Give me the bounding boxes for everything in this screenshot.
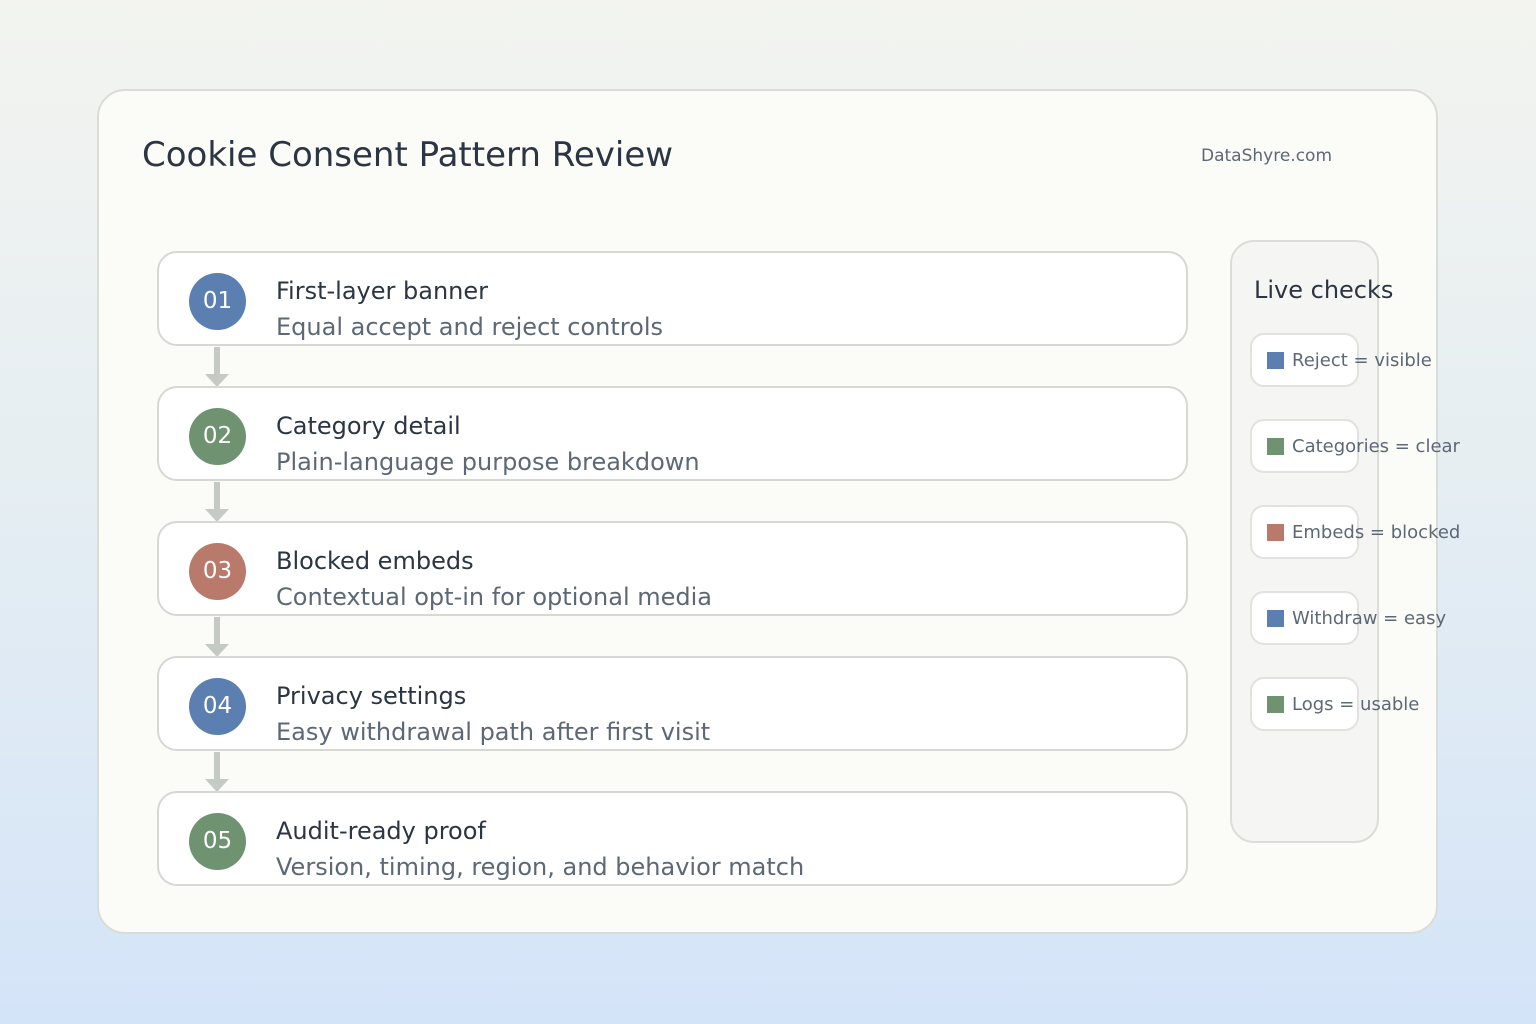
flow-arrow-icon <box>205 617 229 657</box>
step-number-badge: 03 <box>189 543 246 600</box>
step-title: Audit-ready proof <box>276 817 486 845</box>
step-subtitle: Easy withdrawal path after first visit <box>276 718 711 746</box>
brand-label: DataShyre.com <box>1201 146 1333 166</box>
step-subtitle: Version, timing, region, and behavior ma… <box>276 853 805 881</box>
flow-arrow-icon <box>205 752 229 792</box>
live-check-item: Logs = usable <box>1250 677 1419 731</box>
step-title: Category detail <box>276 412 461 440</box>
live-check-item: Categories = clear <box>1250 419 1460 473</box>
live-checks-title: Live checks <box>1254 276 1394 304</box>
step-subtitle: Plain-language purpose breakdown <box>276 448 700 476</box>
step-title: Privacy settings <box>276 682 467 710</box>
step-title: Blocked embeds <box>276 547 474 575</box>
step-card-4: 04 Privacy settings Easy withdrawal path… <box>157 656 1188 751</box>
step-number-badge: 02 <box>189 408 246 465</box>
live-check-label: Logs = usable <box>1292 694 1420 715</box>
step-card-5: 05 Audit-ready proof Version, timing, re… <box>157 791 1188 886</box>
page-title: Cookie Consent Pattern Review <box>142 135 674 175</box>
live-check-label: Withdraw = easy <box>1292 608 1447 629</box>
live-check-item: Embeds = blocked <box>1250 505 1460 559</box>
live-check-label: Categories = clear <box>1292 436 1460 457</box>
live-check-item: Withdraw = easy <box>1250 591 1446 645</box>
status-swatch <box>1267 438 1284 455</box>
live-check-label: Embeds = blocked <box>1292 522 1461 543</box>
live-check-item: Reject = visible <box>1250 333 1432 387</box>
step-number-badge: 01 <box>189 273 246 330</box>
status-swatch <box>1267 352 1284 369</box>
step-card-1: 01 First-layer banner Equal accept and r… <box>157 251 1188 346</box>
flow-arrow-icon <box>205 347 229 387</box>
step-subtitle: Equal accept and reject controls <box>276 313 663 341</box>
step-card-2: 02 Category detail Plain-language purpos… <box>157 386 1188 481</box>
step-subtitle: Contextual opt-in for optional media <box>276 583 713 611</box>
status-swatch <box>1267 610 1284 627</box>
flow-arrow-icon <box>205 482 229 522</box>
step-title: First-layer banner <box>276 277 489 305</box>
status-swatch <box>1267 696 1284 713</box>
live-check-label: Reject = visible <box>1292 350 1432 371</box>
status-swatch <box>1267 524 1284 541</box>
step-number-badge: 04 <box>189 678 246 735</box>
step-number-badge: 05 <box>189 813 246 870</box>
step-card-3: 03 Blocked embeds Contextual opt-in for … <box>157 521 1188 616</box>
